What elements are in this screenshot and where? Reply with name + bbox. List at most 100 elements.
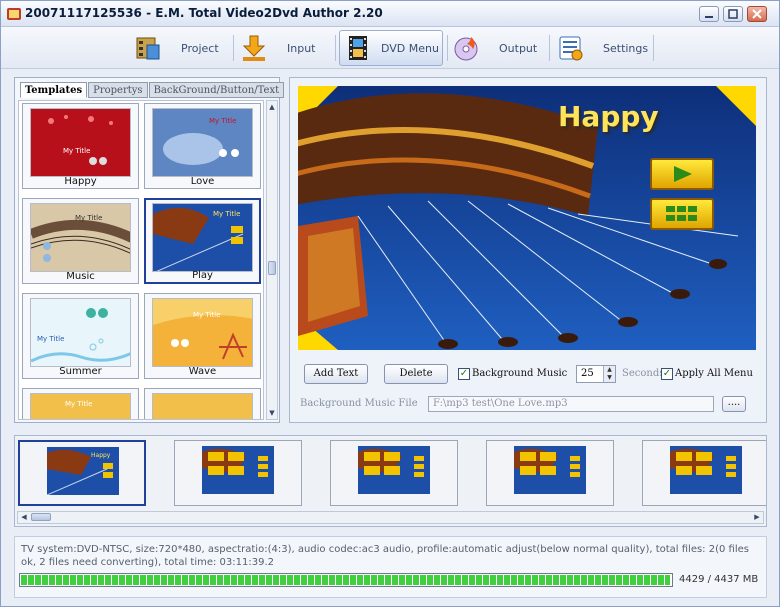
template-grid: My Title Happy My Title Love My Title Mu… <box>18 100 264 420</box>
menu-page-thumb[interactable] <box>642 440 766 506</box>
play-icon <box>674 166 692 182</box>
template-thumbnail <box>152 393 253 419</box>
background-music-label: Background Music <box>472 368 568 379</box>
seconds-label: Seconds <box>622 368 665 379</box>
background-music-checkbox[interactable]: ✓ <box>458 368 470 380</box>
tab-input[interactable]: Input <box>239 30 331 66</box>
menu-pages-strip: Happy ◀ ▶ <box>14 435 767 527</box>
template-thumbnail: My Title <box>152 203 253 272</box>
toolbar-label-settings: Settings <box>603 41 649 55</box>
menu-play-button[interactable] <box>650 158 714 190</box>
delete-button[interactable]: Delete <box>384 364 448 384</box>
tab-project[interactable]: Project <box>133 30 229 66</box>
template-thumbnail-image <box>153 394 252 419</box>
toolbar-label-output: Output <box>499 41 538 55</box>
tab-templates[interactable]: Templates <box>20 82 88 98</box>
svg-text:My Title: My Title <box>37 335 64 343</box>
scroll-thumb[interactable] <box>268 261 276 275</box>
toolbar-label-project: Project <box>181 41 219 55</box>
summer-thumbnail-image: My Title <box>31 299 130 366</box>
template-scrollbar[interactable]: ▲ ▼ <box>266 100 278 420</box>
menu-preview[interactable]: Happy <box>298 86 756 350</box>
tab-output[interactable]: Output <box>451 30 547 66</box>
template-happy[interactable]: My Title Happy <box>22 103 139 189</box>
spinner-arrows-icon[interactable]: ▲ ▼ <box>603 366 615 382</box>
scroll-left-icon[interactable]: ◀ <box>18 512 30 523</box>
disc-usage-label: 4429 / 4437 MB <box>679 574 759 585</box>
template-summer[interactable]: My Title Summer <box>22 293 139 379</box>
template-thumbnail: My Title <box>30 393 131 419</box>
menu-page-preview <box>202 446 274 494</box>
window-title: 20071117125536 - E.M. Total Video2Dvd Au… <box>25 6 383 20</box>
minimize-button[interactable] <box>699 6 719 22</box>
menu-pages-scrollbar[interactable]: ◀ ▶ <box>17 511 764 524</box>
play-thumbnail-image: My Title <box>153 204 252 271</box>
tab-settings[interactable]: Settings <box>555 30 651 66</box>
template-music[interactable]: My Title Music <box>22 198 139 284</box>
tab-background-button-text[interactable]: BackGround/Button/Text <box>148 82 285 98</box>
menu-page-image: Happy <box>47 447 119 495</box>
toolbar-divider <box>233 35 234 61</box>
toolbar-divider <box>335 35 336 61</box>
scroll-thumb[interactable] <box>31 513 51 521</box>
close-button[interactable] <box>747 6 767 22</box>
app-logo-icon <box>7 8 21 20</box>
title-bar: 20071117125536 - E.M. Total Video2Dvd Au… <box>1 1 779 27</box>
menu-page-thumb[interactable]: Happy <box>18 440 146 506</box>
apply-all-menu-label: Apply All Menu <box>675 368 753 379</box>
template-label: Wave <box>188 366 217 377</box>
minimize-icon <box>705 16 713 18</box>
template-play[interactable]: My Title Play <box>144 198 261 284</box>
bg-music-file-label: Background Music File <box>300 398 418 409</box>
menu-page-thumb[interactable] <box>486 440 614 506</box>
chapters-grid-icon <box>666 206 697 221</box>
toolbar-divider <box>447 35 448 61</box>
menu-chapters-button[interactable] <box>650 198 714 230</box>
template-label: Love <box>190 176 215 187</box>
disc-usage-progress <box>19 573 673 587</box>
tab-propertys[interactable]: Propertys <box>88 82 148 98</box>
happy-thumbnail-image: My Title <box>31 109 130 176</box>
maximize-icon <box>728 9 738 19</box>
menu-page-preview <box>514 446 586 494</box>
film-strip-icon <box>349 36 367 60</box>
svg-text:My Title: My Title <box>193 311 220 319</box>
love-thumbnail-image: My Title <box>153 109 252 176</box>
menu-page-image <box>514 446 586 494</box>
menu-page-title: Happy <box>91 452 111 459</box>
template-wave[interactable]: My Title Wave <box>144 293 261 379</box>
maximize-button[interactable] <box>723 6 743 22</box>
toolbar-label-input: Input <box>287 41 316 55</box>
template-thumbnail: My Title <box>152 298 253 367</box>
browse-button[interactable]: .... <box>722 396 746 412</box>
apply-all-menu-checkbox[interactable]: ✓ <box>661 368 673 380</box>
scroll-right-icon[interactable]: ▶ <box>751 512 763 523</box>
menu-page-image <box>670 446 742 494</box>
template-thumbnail-image: My Title <box>31 394 130 419</box>
template-item[interactable] <box>144 388 261 419</box>
svg-text:My Title: My Title <box>75 214 102 222</box>
template-item[interactable]: My Title <box>22 388 139 419</box>
seconds-spinner[interactable]: 25 ▲ ▼ <box>576 365 616 383</box>
settings-list-icon <box>559 36 583 61</box>
film-folder-icon <box>136 37 160 60</box>
menu-title-text[interactable]: Happy <box>558 100 659 133</box>
scroll-down-icon[interactable]: ▼ <box>267 407 277 419</box>
menu-page-preview <box>670 446 742 494</box>
wave-thumbnail-image: My Title <box>153 299 252 366</box>
template-label: Music <box>66 271 95 282</box>
menu-page-preview: Happy <box>47 447 119 495</box>
bg-music-file-field[interactable]: F:\mp3 test\One Love.mp3 <box>428 396 714 412</box>
add-text-button[interactable]: Add Text <box>304 364 368 384</box>
menu-editor-panel: Happy Add Text Delete ✓ Background Music… <box>289 77 767 423</box>
menu-page-thumb[interactable] <box>174 440 302 506</box>
progress-fill <box>21 575 670 585</box>
template-label: Summer <box>59 366 102 377</box>
template-love[interactable]: My Title Love <box>144 103 261 189</box>
download-arrow-icon <box>242 35 266 61</box>
menu-page-thumb[interactable] <box>330 440 458 506</box>
tab-dvd-menu[interactable]: DVD Menu <box>339 30 443 66</box>
status-panel: TV system:DVD-NTSC, size:720*480, aspect… <box>14 536 767 598</box>
close-icon <box>752 9 762 19</box>
scroll-up-icon[interactable]: ▲ <box>267 101 277 113</box>
